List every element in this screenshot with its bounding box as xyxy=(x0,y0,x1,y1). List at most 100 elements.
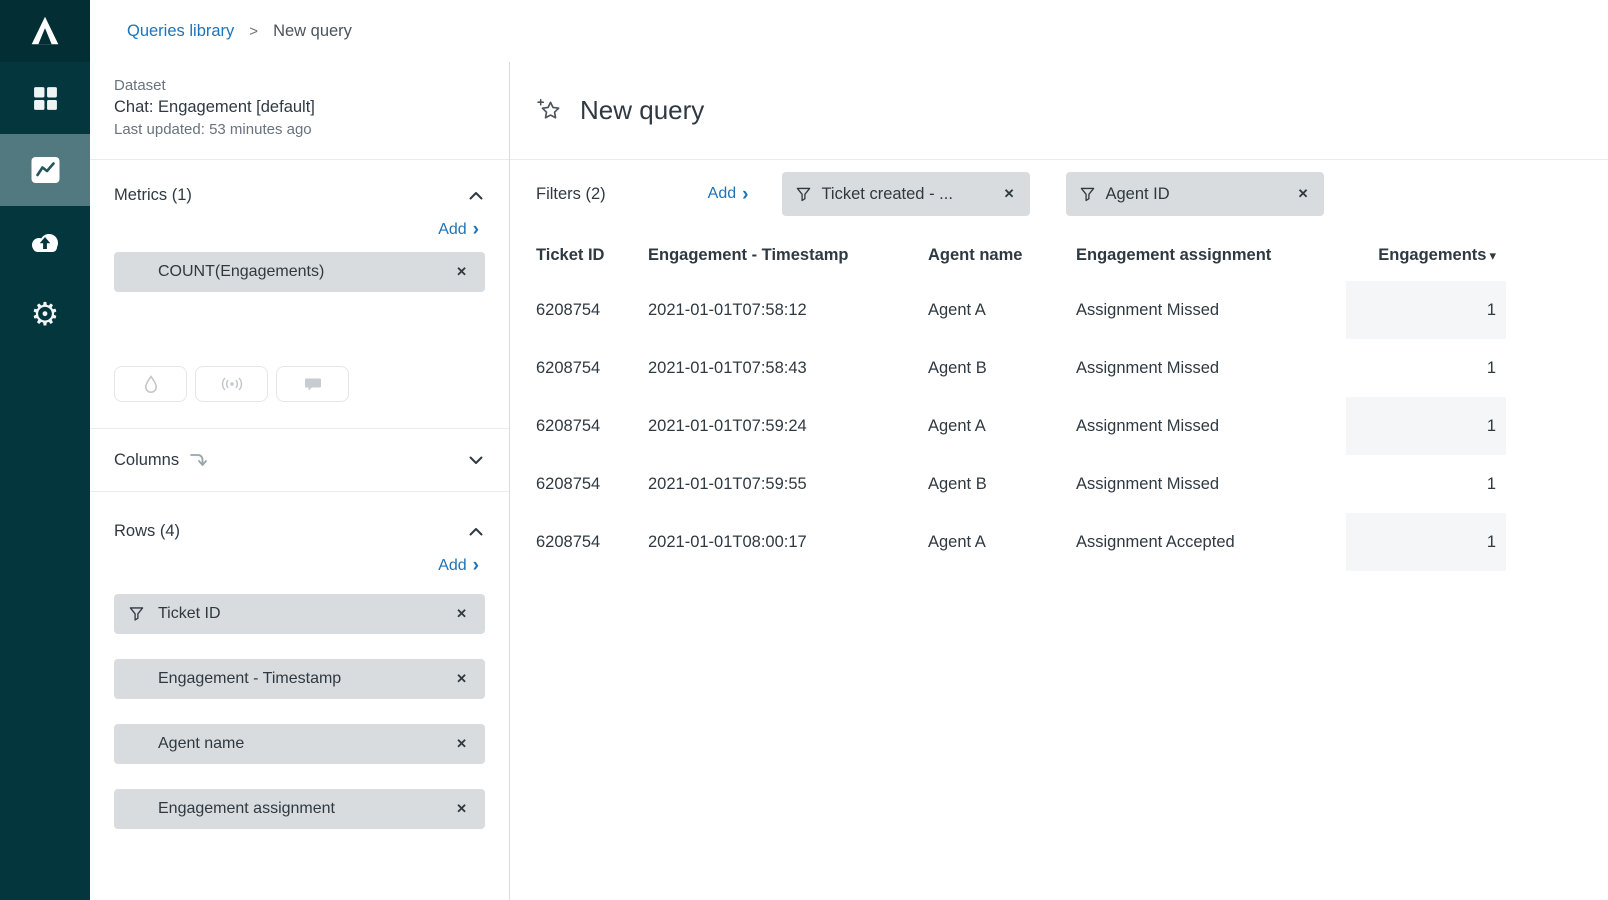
dataset-label: Dataset xyxy=(114,77,485,94)
cell-engagements: 1 xyxy=(1346,455,1506,513)
row-pill-label: Ticket ID xyxy=(158,605,221,623)
row-pill-label: Engagement assignment xyxy=(158,800,335,818)
cell-ticket-id: 6208754 xyxy=(536,455,648,513)
sidebar-item-queries[interactable] xyxy=(0,134,90,206)
remove-row-button[interactable]: ✕ xyxy=(454,669,469,689)
cell-agent-name: Agent B xyxy=(928,455,1076,513)
cell-agent-name: Agent A xyxy=(928,281,1076,339)
funnel-icon xyxy=(796,187,811,202)
content-area: Queries library > New query Dataset Chat… xyxy=(90,0,1608,900)
breadcrumb-queries-library-link[interactable]: Queries library xyxy=(127,22,234,41)
dashboard-grid-icon xyxy=(32,85,59,112)
breadcrumb-separator: > xyxy=(249,23,258,40)
metrics-collapse-button[interactable] xyxy=(467,189,485,202)
cell-ticket-id: 6208754 xyxy=(536,281,648,339)
add-label: Add xyxy=(438,221,466,239)
forecast-tool-button[interactable] xyxy=(195,366,268,402)
column-header-label: Engagements xyxy=(1378,246,1486,264)
dataset-info: Dataset Chat: Engagement [default] Last … xyxy=(90,62,509,160)
annotation-tool-button[interactable] xyxy=(276,366,349,402)
close-icon: ✕ xyxy=(1004,186,1015,201)
chart-icon xyxy=(30,156,61,184)
rows-section-header: Rows (4) xyxy=(114,522,485,541)
close-icon: ✕ xyxy=(456,264,467,279)
query-builder-panel: Dataset Chat: Engagement [default] Last … xyxy=(90,62,510,900)
funnel-icon xyxy=(1080,187,1095,202)
remove-filter-button[interactable]: ✕ xyxy=(1296,184,1311,204)
results-table: Ticket ID Engagement - Timestamp Agent n… xyxy=(536,232,1506,571)
remove-row-button[interactable]: ✕ xyxy=(454,734,469,754)
metric-pill-label: COUNT(Engagements) xyxy=(158,263,324,281)
metrics-add-button[interactable]: Add › xyxy=(432,219,485,240)
row-pill-ticket-id[interactable]: Ticket ID ✕ xyxy=(114,594,485,634)
chevron-right-icon: › xyxy=(473,556,479,575)
filter-chip-ticket-created[interactable]: Ticket created - ... ✕ xyxy=(782,172,1030,216)
chevron-right-icon: › xyxy=(742,185,748,204)
page-title: New query xyxy=(580,95,704,126)
row-pill-engagement-assignment[interactable]: Engagement assignment ✕ xyxy=(114,789,485,829)
chevron-right-icon: › xyxy=(473,220,479,239)
cell-timestamp: 2021-01-01T07:58:12 xyxy=(648,281,928,339)
remove-row-button[interactable]: ✕ xyxy=(454,799,469,819)
close-icon: ✕ xyxy=(456,671,467,686)
row-pill-engagement-timestamp[interactable]: Engagement - Timestamp ✕ xyxy=(114,659,485,699)
sidebar-item-dashboards[interactable] xyxy=(0,62,90,134)
cell-agent-name: Agent A xyxy=(928,513,1076,571)
cell-assignment: Assignment Missed xyxy=(1076,339,1346,397)
columns-expand-button[interactable] xyxy=(467,454,485,467)
filters-add-button[interactable]: Add › xyxy=(702,184,755,205)
breadcrumb-current: New query xyxy=(273,22,352,41)
filter-chip-agent-id[interactable]: Agent ID ✕ xyxy=(1066,172,1324,216)
close-icon: ✕ xyxy=(456,801,467,816)
remove-metric-button[interactable]: ✕ xyxy=(454,262,469,282)
cell-assignment: Assignment Missed xyxy=(1076,397,1346,455)
remove-filter-button[interactable]: ✕ xyxy=(1002,184,1017,204)
table-row: 6208754 2021-01-01T07:58:12 Agent A Assi… xyxy=(536,281,1506,339)
product-sidebar: ⚙ xyxy=(0,0,90,900)
rows-collapse-button[interactable] xyxy=(467,525,485,538)
app-window: ⚙ Queries library > New query Dataset Ch… xyxy=(0,0,1608,900)
filters-label: Filters (2) xyxy=(536,185,606,204)
columns-section-title: Columns xyxy=(114,451,179,470)
column-header-agent-name: Agent name xyxy=(928,232,1076,281)
cell-agent-name: Agent A xyxy=(928,397,1076,455)
color-tool-button[interactable] xyxy=(114,366,187,402)
row-pill-label: Agent name xyxy=(158,735,244,753)
favorite-star-icon[interactable] xyxy=(536,97,563,124)
column-header-engagement-timestamp: Engagement - Timestamp xyxy=(648,232,928,281)
chevron-up-icon xyxy=(469,527,483,536)
rows-section-title: Rows (4) xyxy=(114,522,180,541)
filters-bar: Filters (2) Add › Ticket created - ... xyxy=(510,160,1608,232)
rows-add-button[interactable]: Add › xyxy=(432,555,485,576)
dataset-last-updated: Last updated: 53 minutes ago xyxy=(114,121,485,138)
cell-timestamp: 2021-01-01T07:59:55 xyxy=(648,455,928,513)
dataset-name: Chat: Engagement [default] xyxy=(114,98,485,117)
cell-agent-name: Agent B xyxy=(928,339,1076,397)
app-logo[interactable] xyxy=(0,0,90,62)
cell-timestamp: 2021-01-01T08:00:17 xyxy=(648,513,928,571)
query-results-area: New query Filters (2) Add › Ticket creat xyxy=(510,62,1608,900)
breadcrumb: Queries library > New query xyxy=(90,0,1608,62)
column-header-ticket-id: Ticket ID xyxy=(536,232,648,281)
column-header-engagements-sort[interactable]: Engagements▾ xyxy=(1346,232,1506,281)
cell-engagements: 1 xyxy=(1346,339,1506,397)
remove-row-button[interactable]: ✕ xyxy=(454,604,469,624)
table-row: 6208754 2021-01-01T07:59:24 Agent A Assi… xyxy=(536,397,1506,455)
droplet-icon xyxy=(144,375,158,393)
sidebar-item-datasets[interactable] xyxy=(0,206,90,278)
close-icon: ✕ xyxy=(456,736,467,751)
pivot-arrow-icon xyxy=(189,452,207,468)
row-pill-label: Engagement - Timestamp xyxy=(158,670,341,688)
gear-icon: ⚙ xyxy=(31,298,60,330)
column-header-engagement-assignment: Engagement assignment xyxy=(1076,232,1346,281)
metrics-section-header: Metrics (1) xyxy=(114,186,485,205)
cell-engagements: 1 xyxy=(1346,513,1506,571)
cell-assignment: Assignment Missed xyxy=(1076,281,1346,339)
cell-ticket-id: 6208754 xyxy=(536,513,648,571)
add-label: Add xyxy=(708,185,736,203)
sidebar-item-settings[interactable]: ⚙ xyxy=(0,278,90,350)
cell-timestamp: 2021-01-01T07:59:24 xyxy=(648,397,928,455)
metric-pill[interactable]: COUNT(Engagements) ✕ xyxy=(114,252,485,292)
row-pill-agent-name[interactable]: Agent name ✕ xyxy=(114,724,485,764)
table-row: 6208754 2021-01-01T08:00:17 Agent A Assi… xyxy=(536,513,1506,571)
